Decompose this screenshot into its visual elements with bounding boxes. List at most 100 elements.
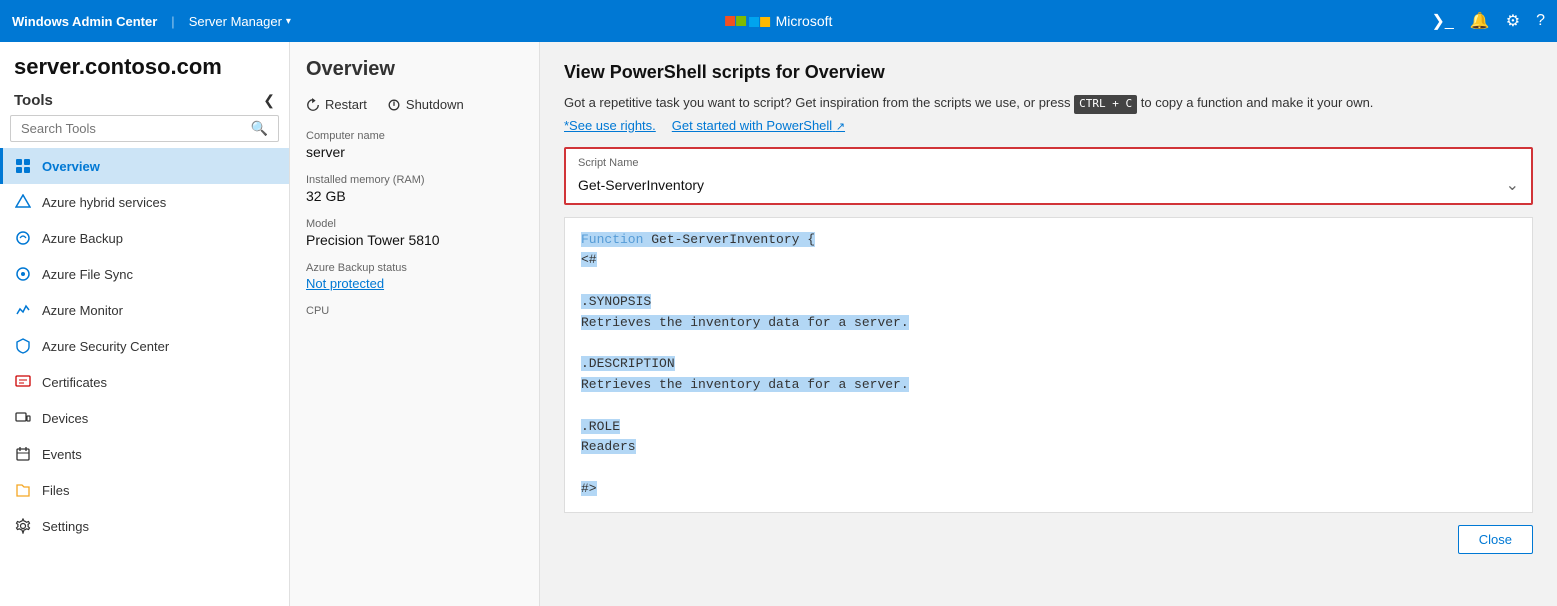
files-icon xyxy=(14,481,32,499)
azure-file-sync-label: Azure File Sync xyxy=(42,267,133,282)
search-icon: 🔍 xyxy=(251,120,268,137)
azure-hybrid-label: Azure hybrid services xyxy=(42,195,166,210)
code-line-9: #> xyxy=(581,479,1516,500)
script-name-value: Get-ServerInventory xyxy=(578,177,704,193)
server-name: server.contoso.com xyxy=(0,42,289,86)
settings-icon[interactable]: ⚙ xyxy=(1506,11,1520,31)
cpu-label: CPU xyxy=(306,305,523,317)
microsoft-label: Microsoft xyxy=(776,13,833,29)
devices-label: Devices xyxy=(42,411,88,426)
sidebar-item-azure-monitor[interactable]: Azure Monitor xyxy=(0,292,289,328)
nav-list: Overview Azure hybrid services Azure Bac… xyxy=(0,148,289,606)
devices-icon xyxy=(14,409,32,427)
overview-icon xyxy=(14,157,32,175)
app-name: Windows Admin Center xyxy=(12,14,157,29)
microsoft-logo xyxy=(725,16,770,27)
overview-title: Overview xyxy=(306,58,523,81)
close-button[interactable]: Close xyxy=(1458,525,1533,554)
azure-monitor-icon xyxy=(14,301,32,319)
code-line-blank1 xyxy=(581,271,1516,292)
computer-name-label: Computer name xyxy=(306,130,523,142)
model-value: Precision Tower 5810 xyxy=(306,232,523,248)
sidebar-item-events[interactable]: Events xyxy=(0,436,289,472)
close-button-row: Close xyxy=(564,525,1533,554)
shutdown-button[interactable]: Shutdown xyxy=(387,97,464,112)
azure-backup-icon xyxy=(14,229,32,247)
settings-label: Settings xyxy=(42,519,89,534)
right-panel-title: View PowerShell scripts for Overview xyxy=(564,62,1533,83)
sidebar-item-certificates[interactable]: Certificates xyxy=(0,364,289,400)
top-bar-divider: | xyxy=(171,14,174,29)
backup-label: Azure Backup status xyxy=(306,262,523,274)
sidebar-item-azure-file-sync[interactable]: Azure File Sync xyxy=(0,256,289,292)
code-line-4: Retrieves the inventory data for a serve… xyxy=(581,313,1516,334)
sidebar-item-settings[interactable]: Settings xyxy=(0,508,289,544)
main-layout: server.contoso.com Tools ❮ 🔍 Overview Az… xyxy=(0,42,1557,606)
script-name-select[interactable]: Get-ServerInventory ⌄ xyxy=(578,175,1519,195)
model-label: Model xyxy=(306,218,523,230)
memory-label: Installed memory (RAM) xyxy=(306,174,523,186)
azure-security-label: Azure Security Center xyxy=(42,339,169,354)
tools-label: Tools xyxy=(14,92,53,109)
code-block: Function Get-ServerInventory { <# .SYNOP… xyxy=(564,217,1533,513)
chevron-down-icon: ⌄ xyxy=(1506,175,1519,195)
code-line-7: .ROLE xyxy=(581,417,1516,438)
code-line-8: Readers xyxy=(581,437,1516,458)
azure-backup-label: Azure Backup xyxy=(42,231,123,246)
links-row: *See use rights. Get started with PowerS… xyxy=(564,118,1533,133)
top-bar-right: ❯_ 🔔 ⚙ ? xyxy=(1432,11,1545,31)
sidebar: server.contoso.com Tools ❮ 🔍 Overview Az… xyxy=(0,42,290,606)
code-line-blank4 xyxy=(581,458,1516,479)
code-line-6: Retrieves the inventory data for a serve… xyxy=(581,375,1516,396)
computer-name-value: server xyxy=(306,144,523,160)
middle-panel: Overview Restart Shutdown Computer name … xyxy=(290,42,540,606)
get-started-link[interactable]: Get started with PowerShell ↗ xyxy=(672,118,845,133)
collapse-button[interactable]: ❮ xyxy=(263,92,275,109)
description-text: Got a repetitive task you want to script… xyxy=(564,93,1533,114)
events-label: Events xyxy=(42,447,82,462)
ctrl-badge: CTRL + C xyxy=(1074,95,1137,114)
code-line-3: .SYNOPSIS xyxy=(581,292,1516,313)
certificates-icon xyxy=(14,373,32,391)
memory-value: 32 GB xyxy=(306,188,523,204)
terminal-icon[interactable]: ❯_ xyxy=(1432,11,1454,31)
top-bar: Windows Admin Center | Server Manager ▾ … xyxy=(0,0,1557,42)
notifications-icon[interactable]: 🔔 xyxy=(1470,11,1490,31)
settings-nav-icon xyxy=(14,517,32,535)
sidebar-item-files[interactable]: Files xyxy=(0,472,289,508)
azure-file-sync-icon xyxy=(14,265,32,283)
right-panel: View PowerShell scripts for Overview Got… xyxy=(540,42,1557,606)
search-tools-container: 🔍 xyxy=(10,115,279,142)
certificates-label: Certificates xyxy=(42,375,107,390)
code-line-1: Function Get-ServerInventory { xyxy=(581,230,1516,251)
server-manager-button[interactable]: Server Manager ▾ xyxy=(189,14,291,29)
action-bar: Restart Shutdown xyxy=(306,97,523,112)
code-line-2: <# xyxy=(581,250,1516,271)
events-icon xyxy=(14,445,32,463)
files-label: Files xyxy=(42,483,69,498)
help-icon[interactable]: ? xyxy=(1536,12,1545,30)
sidebar-item-azure-hybrid[interactable]: Azure hybrid services xyxy=(0,184,289,220)
azure-security-icon xyxy=(14,337,32,355)
tools-header: Tools ❮ xyxy=(0,86,289,115)
script-name-label: Script Name xyxy=(578,157,1519,169)
sidebar-item-devices[interactable]: Devices xyxy=(0,400,289,436)
azure-monitor-label: Azure Monitor xyxy=(42,303,123,318)
code-line-5: .DESCRIPTION xyxy=(581,354,1516,375)
see-rights-link[interactable]: *See use rights. xyxy=(564,118,656,133)
sidebar-item-azure-backup[interactable]: Azure Backup xyxy=(0,220,289,256)
top-bar-left: Windows Admin Center | Server Manager ▾ xyxy=(12,14,291,29)
restart-icon xyxy=(306,98,320,112)
code-line-blank2 xyxy=(581,333,1516,354)
search-input[interactable] xyxy=(21,121,251,136)
shutdown-icon xyxy=(387,98,401,112)
sidebar-item-azure-security[interactable]: Azure Security Center xyxy=(0,328,289,364)
script-name-box: Script Name Get-ServerInventory ⌄ xyxy=(564,147,1533,205)
code-line-blank3 xyxy=(581,396,1516,417)
overview-label: Overview xyxy=(42,159,100,174)
top-bar-center: Microsoft xyxy=(725,13,833,29)
restart-button[interactable]: Restart xyxy=(306,97,367,112)
sidebar-item-overview[interactable]: Overview xyxy=(0,148,289,184)
backup-value[interactable]: Not protected xyxy=(306,276,523,291)
azure-hybrid-icon xyxy=(14,193,32,211)
